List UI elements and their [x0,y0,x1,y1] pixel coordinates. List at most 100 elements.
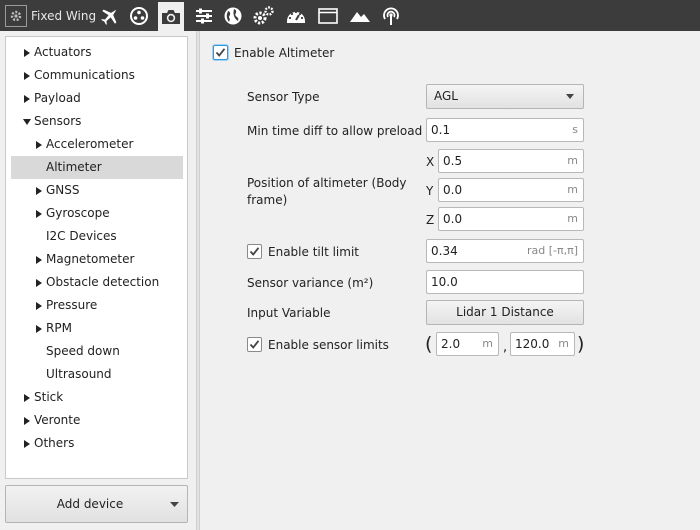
add-device-label: Add device [56,497,124,511]
tree-item-speed-down[interactable]: Speed down [11,340,183,363]
window-icon[interactable] [315,3,341,29]
tree-item-label: Ultrasound [46,367,112,381]
position-y-label: Y [426,184,434,198]
limits-min-value: 2.0 [441,337,461,351]
expand-down-icon[interactable] [22,110,32,133]
expand-right-icon[interactable] [22,64,32,87]
sensor-variance-label: Sensor variance (m²) [247,276,374,290]
position-z-label: Z [426,213,435,227]
dots-circle-icon[interactable] [126,3,152,29]
limits-min-input[interactable]: 2.0 m [436,332,499,356]
limits-open-paren: ( [425,333,433,355]
tree-item-rpm[interactable]: RPM [11,317,183,340]
tree-item-label: Stick [34,390,64,404]
position-x-value: 0.5 [443,154,463,168]
sensor-variance-input[interactable]: 10.0 [426,270,584,294]
position-y-input[interactable]: 0.0 m [438,178,584,202]
tree-item-label: Payload [34,91,81,105]
expand-right-icon[interactable] [34,317,44,340]
chevron-down-icon[interactable] [170,502,179,507]
tree-item-i2c-devices[interactable]: I2C Devices [11,225,183,248]
tree-item-label: Pressure [46,298,98,312]
tree-item-magnetometer[interactable]: Magnetometer [11,248,183,271]
tree-item-label: Accelerometer [46,137,134,151]
input-variable-label: Input Variable [247,306,331,320]
camera-icon[interactable] [158,2,184,31]
tree-item-stick[interactable]: Stick [11,386,183,409]
enable-tilt-checkbox[interactable] [247,244,262,259]
position-x-input[interactable]: 0.5 m [438,149,584,173]
tree-item-label: Sensors [34,114,82,128]
min-time-input[interactable]: 0.1 s [426,118,584,142]
tree-item-veronte[interactable]: Veronte [11,409,183,432]
expand-right-icon[interactable] [34,179,44,202]
min-time-label: Min time diff to allow preload [247,124,423,138]
tree-item-accelerometer[interactable]: Accelerometer [11,133,183,156]
position-x-label: X [426,155,435,169]
input-variable-button[interactable]: Lidar 1 Distance [426,300,584,325]
dashboard-gauge-icon[interactable] [283,3,309,29]
tree-item-label: Actuators [34,45,92,59]
sensor-variance-value: 10.0 [431,275,458,289]
enable-altimeter-checkbox[interactable] [213,45,228,60]
position-z-input[interactable]: 0.0 m [438,207,584,231]
enable-tilt-label: Enable tilt limit [268,245,359,259]
enable-sensor-limits-label: Enable sensor limits [268,338,389,352]
tree-item-label: Gyroscope [46,206,110,220]
tree-item-label: GNSS [46,183,80,197]
signal-antenna-icon[interactable] [378,3,404,29]
tree-item-gyroscope[interactable]: Gyroscope [11,202,183,225]
limits-max-input[interactable]: 120.0 m [510,332,575,356]
tree-item-label: Speed down [46,344,120,358]
expand-right-icon[interactable] [22,409,32,432]
expand-right-icon[interactable] [22,87,32,110]
position-z-value: 0.0 [443,212,463,226]
limits-max-unit: m [558,337,569,350]
tree-item-gnss[interactable]: GNSS [11,179,183,202]
sensor-type-dropdown[interactable]: AGL [426,84,584,109]
plane-icon[interactable] [97,3,123,29]
sliders-icon[interactable] [191,3,217,29]
limits-close-paren: ) [577,333,585,355]
min-time-unit: s [572,123,578,136]
chevron-down-icon [566,94,574,99]
enable-altimeter-label: Enable Altimeter [234,46,335,60]
add-device-button[interactable]: Add device [5,485,188,523]
tree-item-pressure[interactable]: Pressure [11,294,183,317]
tilt-limit-input[interactable]: 0.34 rad [-π,π] [426,239,584,263]
tree-item-payload[interactable]: Payload [11,87,183,110]
expand-right-icon[interactable] [34,133,44,156]
position-y-value: 0.0 [443,183,463,197]
top-toolbar: Fixed Wing [0,0,700,31]
position-z-unit: m [567,212,578,225]
expand-right-icon[interactable] [34,271,44,294]
expand-right-icon[interactable] [34,294,44,317]
tree-item-altimeter[interactable]: Altimeter [11,156,183,179]
mountain-icon[interactable] [347,3,373,29]
min-time-value: 0.1 [431,123,451,137]
expand-right-icon[interactable] [34,202,44,225]
expand-right-icon[interactable] [22,386,32,409]
tree-item-sensors[interactable]: Sensors [11,110,183,133]
enable-sensor-limits-checkbox[interactable] [247,337,262,352]
tree-item-actuators[interactable]: Actuators [11,41,183,64]
globe-icon[interactable] [220,3,246,29]
tree-item-label: RPM [46,321,72,335]
expand-right-icon[interactable] [22,432,32,455]
expand-right-icon[interactable] [22,41,32,64]
tree-item-ultrasound[interactable]: Ultrasound [11,363,183,386]
tree-item-label: Obstacle detection [46,275,160,289]
tree-item-communications[interactable]: Communications [11,64,183,87]
app-title[interactable]: Fixed Wing [5,4,96,27]
tree-item-others[interactable]: Others [11,432,183,455]
splitter-handle[interactable] [196,31,200,530]
tree-item-obstacle-detection[interactable]: Obstacle detection [11,271,183,294]
checkmark-icon [249,247,260,256]
expand-right-icon[interactable] [34,248,44,271]
sensor-type-value: AGL [434,89,458,103]
tree-item-label: Magnetometer [46,252,135,266]
checkmark-icon [249,340,260,349]
tilt-limit-unit: rad [-π,π] [526,244,578,257]
tilt-limit-value: 0.34 [431,244,458,258]
gears-icon[interactable] [250,3,276,29]
